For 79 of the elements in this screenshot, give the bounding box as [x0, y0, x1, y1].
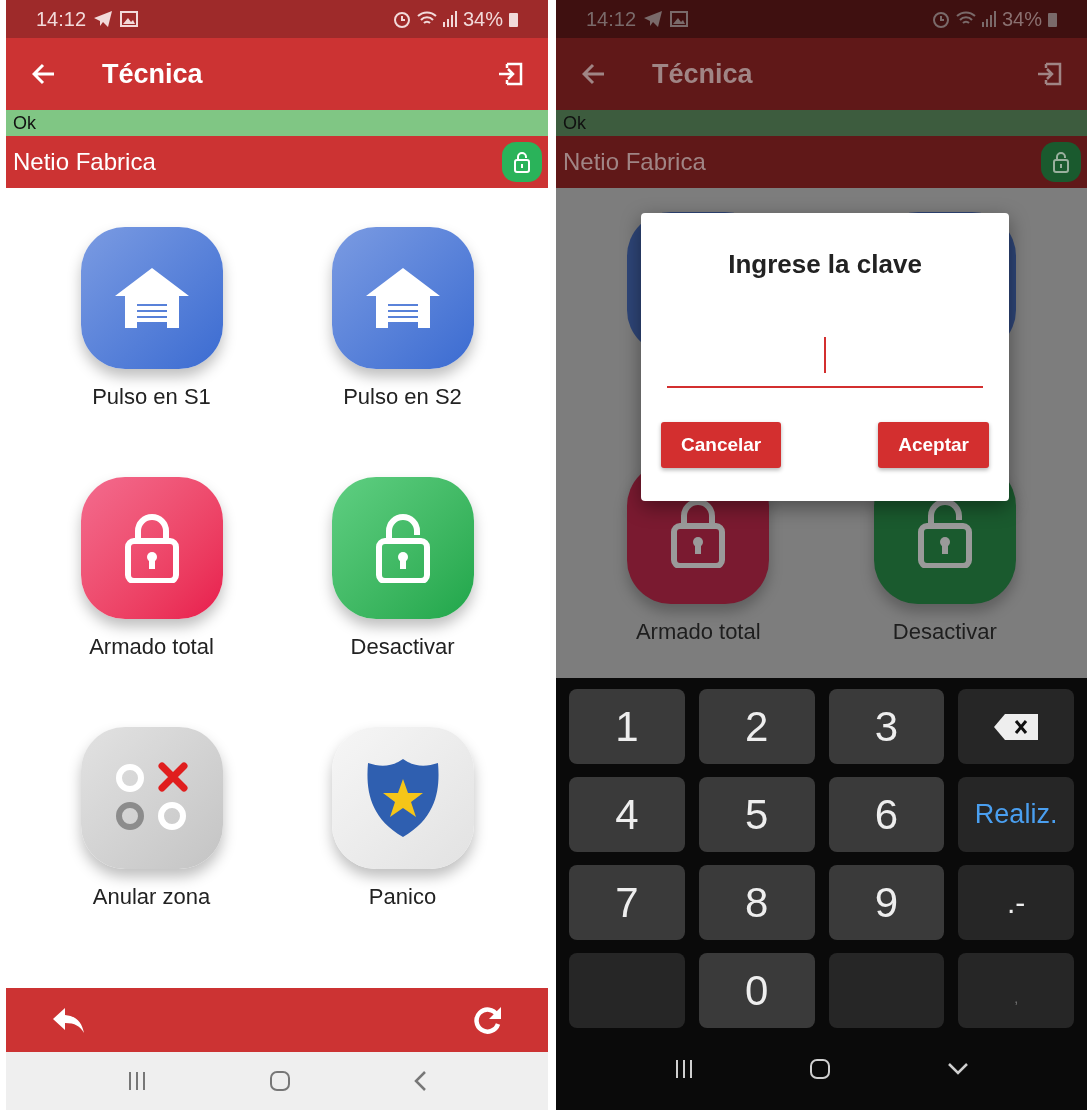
signal-icon: [442, 11, 457, 27]
back-nav-button[interactable]: [413, 1070, 427, 1092]
keyboard-key[interactable]: 6: [828, 777, 945, 852]
dialog-title: Ingrese la clave: [728, 248, 922, 281]
chevron-left-icon: [413, 1070, 427, 1092]
padlock-open-icon: [374, 513, 431, 583]
battery-icon: [1048, 11, 1057, 27]
action-tile[interactable]: [80, 727, 223, 869]
action-label: Panico: [368, 883, 437, 911]
hide-keyboard-button[interactable]: [947, 1062, 970, 1076]
back-arrow-icon: [32, 63, 56, 85]
keyboard-key[interactable]: 1: [569, 689, 685, 764]
send-icon: [644, 11, 663, 27]
chevron-down-icon: [947, 1062, 970, 1076]
action-tile[interactable]: [331, 227, 474, 369]
keyboard-key[interactable]: 0: [698, 953, 815, 1028]
action-label: Pulso en S2: [343, 383, 462, 411]
police-badge-icon: [365, 757, 440, 839]
device-name: Netio Fabrica: [13, 147, 156, 177]
three-lines-icon: [673, 1059, 694, 1079]
padlock-closed-icon: [670, 498, 727, 568]
image-icon: [670, 11, 689, 27]
battery-percent: 34%: [1001, 7, 1042, 32]
action-label: Pulso en S1: [92, 383, 211, 411]
lock-button[interactable]: [502, 142, 542, 182]
keyboard-key[interactable]: 8: [698, 865, 815, 940]
alarm-icon: [392, 10, 411, 28]
rounded-square-icon: [809, 1058, 832, 1080]
send-icon: [94, 11, 113, 27]
keyboard-key[interactable]: 7: [569, 865, 685, 940]
backspace-icon: [993, 712, 1040, 741]
exit-button[interactable]: [496, 60, 524, 88]
padlock-open-icon: [916, 498, 973, 568]
keyboard-key[interactable]: 9: [828, 865, 945, 940]
status-time: 14:12: [36, 7, 87, 32]
keyboard-key[interactable]: ,: [958, 953, 1074, 1028]
alarm-icon: [931, 10, 950, 28]
action-tile[interactable]: [80, 477, 223, 619]
exit-icon: [1036, 62, 1062, 86]
signal-icon: [981, 11, 996, 27]
action-tile[interactable]: [331, 477, 474, 619]
done-key[interactable]: Realiz.: [958, 777, 1074, 852]
dialog-button[interactable]: Aceptar: [878, 422, 989, 468]
action-label: Armado total: [89, 633, 214, 661]
padlock-open-icon: [513, 151, 531, 173]
action-label: Anular zona: [92, 883, 211, 911]
reply-arrow-icon: [51, 1006, 85, 1034]
padlock-closed-icon: [123, 513, 180, 583]
keyboard-key[interactable]: 4: [569, 777, 685, 852]
exit-button[interactable]: [1035, 60, 1063, 88]
padlock-open-icon: [1052, 151, 1070, 173]
refresh-icon: [471, 1004, 503, 1036]
keyboard-key[interactable]: 3: [828, 689, 945, 764]
status-time: 14:12: [586, 7, 637, 32]
exit-icon: [497, 62, 523, 86]
rounded-square-icon: [269, 1070, 291, 1092]
battery-icon: [509, 11, 518, 27]
action-label: Desactivar: [892, 618, 997, 646]
app-title: Técnica: [102, 57, 204, 91]
dialog-button[interactable]: Cancelar: [661, 422, 782, 468]
action-label: Armado total: [635, 618, 761, 646]
three-lines-icon: [127, 1071, 147, 1091]
back-arrow-icon: [582, 63, 606, 85]
device-name: Netio Fabrica: [563, 147, 706, 177]
battery-percent: 34%: [462, 7, 503, 32]
action-tile[interactable]: [80, 227, 223, 369]
image-icon: [120, 11, 139, 27]
keyboard-key[interactable]: .-: [958, 865, 1074, 940]
backspace-key[interactable]: [958, 689, 1074, 764]
action-tile[interactable]: [331, 727, 474, 869]
status-message: Ok: [6, 110, 548, 136]
text-cursor: [824, 337, 826, 373]
keyboard-key[interactable]: 2: [698, 689, 815, 764]
keyboard-key[interactable]: 5: [698, 777, 815, 852]
lock-button[interactable]: [1041, 142, 1081, 182]
app-title: Técnica: [652, 57, 754, 91]
action-label: Desactivar: [350, 633, 455, 661]
status-message: Ok: [556, 110, 1087, 136]
recent-apps-button[interactable]: [673, 1059, 694, 1079]
